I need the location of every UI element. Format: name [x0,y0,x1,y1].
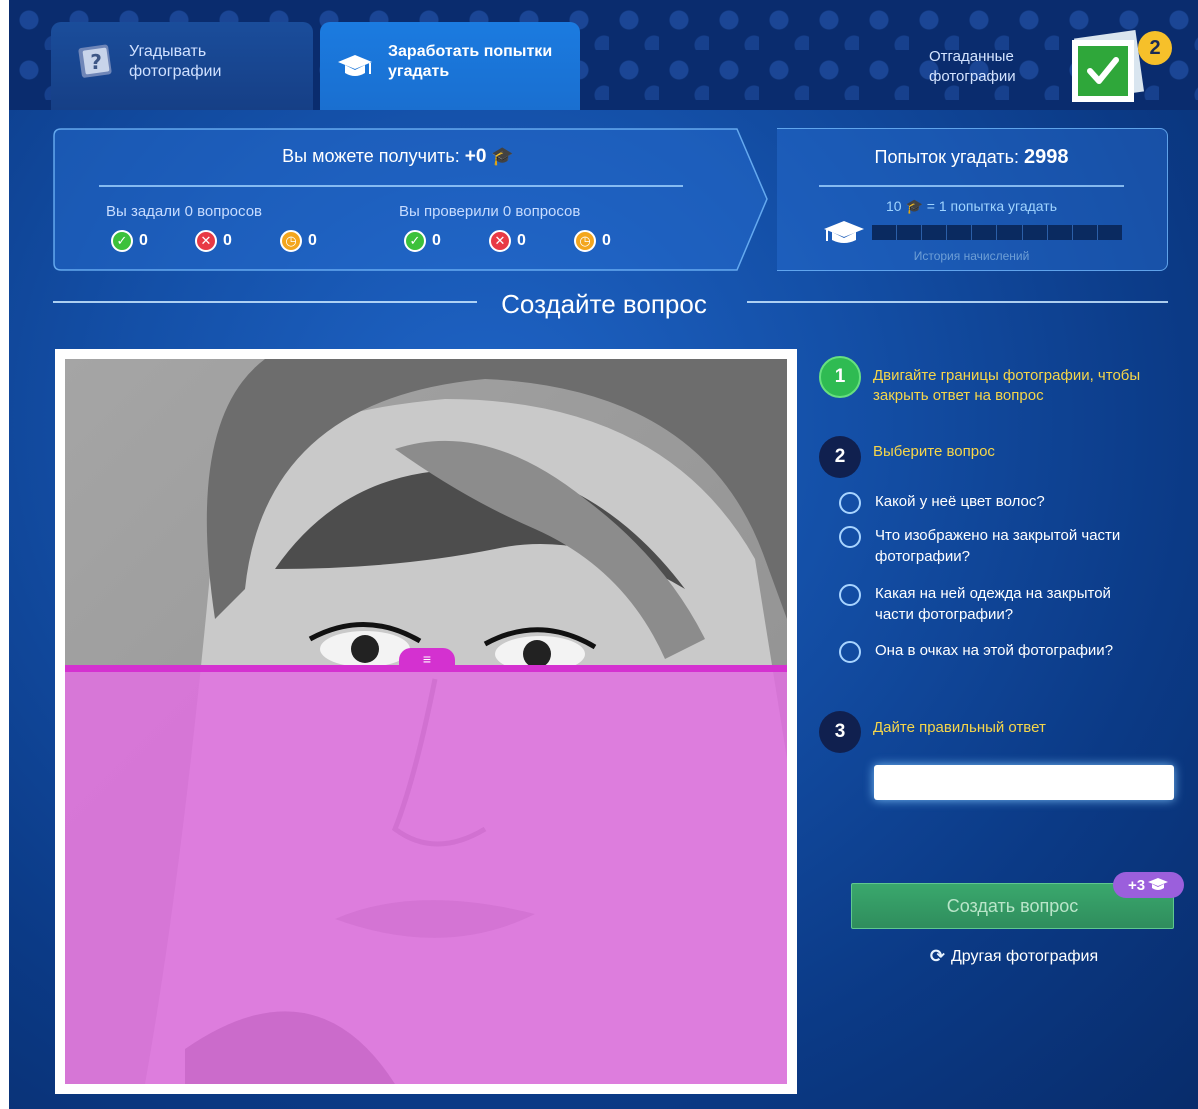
radio-button[interactable] [839,641,861,663]
radio-button[interactable] [839,584,861,606]
question-option-4[interactable]: Она в очках на этой фотографии? [839,640,1145,663]
step-2-number: 2 [819,436,861,478]
checked-ok-value: 0 [432,232,441,249]
heading-rule-left [53,301,477,303]
refresh-icon: ⟳ [929,946,945,966]
attempts-divider [819,185,1124,187]
asked-label: Вы задали 0 вопросов [106,203,263,220]
photo-frame: ≡ [55,349,797,1094]
heading-rule-right [747,301,1168,303]
section-title: Создайте вопрос [501,289,707,319]
bonus-badge: +3 [1113,872,1184,898]
bonus-value: +3 [1127,876,1146,894]
step-2-text: Выберите вопрос [873,443,995,460]
asked-no-counter: ✕ 0 [195,230,232,252]
can-get-label: Вы можете получить: [282,146,460,166]
svg-text:?: ? [90,50,102,74]
tab-earn-label: Заработать попытки угадать [388,43,553,80]
asked-ok-value: 0 [139,232,148,249]
stats-divider [99,185,683,187]
tab-guess-photos[interactable]: ? Угадывать фотографии [51,22,313,110]
other-photo-link[interactable]: ⟳ Другая фотография [849,946,1179,967]
guessed-photos-link[interactable]: Отгаданные фотографии [929,47,1039,87]
cap-icon: 🎓 [491,146,514,166]
attempts-count: Попыток угадать: 2998 [819,146,1124,169]
question-option-label: Какой у неё цвет волос? [875,493,1045,510]
radio-button[interactable] [839,492,861,514]
step-1-text: Двигайте границы фотографии, чтобы закры… [873,367,1141,404]
step-1-number: 1 [819,356,861,398]
asked-no-value: 0 [223,232,232,249]
asked-wait-counter: ◷ 0 [280,230,317,252]
tab-earn-attempts[interactable]: Заработать попытки угадать [320,22,580,110]
check-photo-icon[interactable] [1066,30,1146,108]
cover-drag-handle[interactable]: ≡ [399,648,455,670]
asked-wait-value: 0 [308,232,317,249]
question-option-label: Она в очках на этой фотографии? [875,642,1114,659]
can-get-value: +0 [464,146,487,167]
question-option-2[interactable]: Что изображено на закрытой части фотогра… [839,525,1145,567]
question-option-1[interactable]: Какой у неё цвет волос? [839,491,1145,514]
checked-ok-counter: ✓ 0 [404,230,441,252]
checked-no-counter: ✕ 0 [489,230,526,252]
checked-label: Вы проверили 0 вопросов [399,203,581,220]
other-photo-label: Другая фотография [950,947,1099,965]
radio-button[interactable] [839,526,861,548]
guessed-count-badge: 2 [1138,31,1172,65]
question-option-label: Что изображено на закрытой части фотогра… [875,527,1121,565]
app-window: ? Угадывать фотографии Заработать попытк… [9,0,1198,1109]
question-photo-icon: ? [78,44,112,78]
guessed-photos-label: Отгаданные фотографии [929,48,1016,85]
clock-circle-icon: ◷ [574,230,596,252]
cover-overlay [65,671,787,1084]
cross-circle-icon: ✕ [489,230,511,252]
asked-ok-counter: ✓ 0 [111,230,148,252]
question-option-label: Какая на ней одежда на закрытой части фо… [875,585,1111,623]
checked-no-value: 0 [517,232,526,249]
graduation-cap-icon [824,221,864,243]
rate-text: 10 🎓 = 1 попытка угадать [819,198,1124,215]
answer-input[interactable] [874,765,1174,800]
step-3-text: Дайте правильный ответ [873,719,1046,736]
tab-guess-label: Угадывать фотографии [129,43,222,80]
top-nav: ? Угадывать фотографии Заработать попытк… [9,0,1198,110]
attempts-value: 2998 [1024,146,1069,168]
graduation-cap-icon [1148,878,1169,890]
checked-wait-counter: ◷ 0 [574,230,611,252]
step-3-number: 3 [819,711,861,753]
check-circle-icon: ✓ [111,230,133,252]
attempts-label: Попыток угадать: [874,147,1019,167]
photo-canvas[interactable]: ≡ [65,359,787,1084]
clock-circle-icon: ◷ [280,230,302,252]
rate-rest: = 1 попытка угадать [926,198,1057,214]
checked-wait-value: 0 [602,232,611,249]
rate-count: 10 [885,198,902,214]
attempt-progress-bar [872,225,1122,240]
question-option-3[interactable]: Какая на ней одежда на закрытой части фо… [839,583,1145,625]
cross-circle-icon: ✕ [195,230,217,252]
history-link[interactable]: История начислений [819,249,1124,263]
check-circle-icon: ✓ [404,230,426,252]
graduation-cap-icon [338,55,372,76]
can-get-text: Вы можете получить: +0 🎓 [53,146,743,168]
cap-icon: 🎓 [905,198,923,214]
